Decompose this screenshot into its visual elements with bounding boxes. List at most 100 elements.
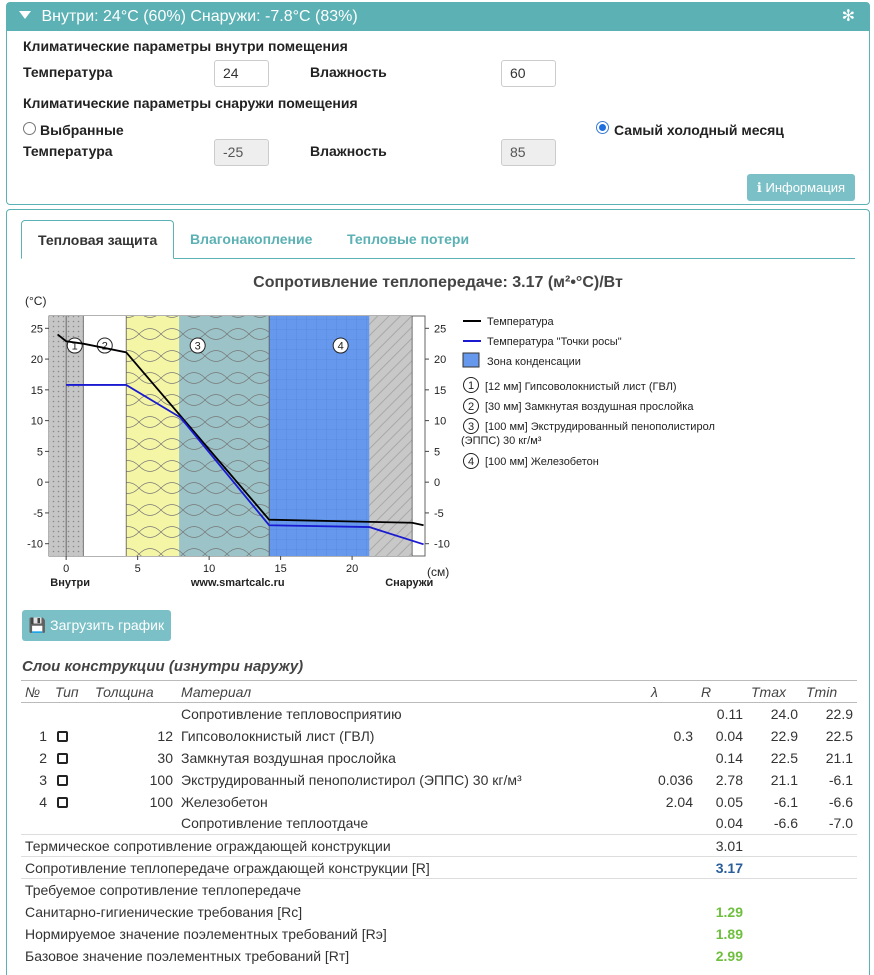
outdoor-heading: Климатические параметры снаружи помещени… (23, 95, 358, 111)
indoor-heading: Климатические параметры внутри помещения (23, 38, 348, 54)
xtick-label: 0 (63, 563, 69, 575)
y-axis-label: (°C) (25, 294, 46, 308)
layer-type (51, 769, 91, 791)
ytick-label-left: 20 (31, 354, 43, 366)
req-base-label: Базовое значение поэлементных требований… (25, 947, 350, 964)
layer-num: 1 (39, 727, 47, 744)
caret-down-icon[interactable] (19, 11, 31, 19)
tab-heat-loss[interactable]: Тепловые потери (331, 220, 485, 259)
layer-lambda: 0.036 (657, 771, 693, 788)
x-right-label: Снаружи (385, 577, 433, 589)
thermal-resistance-value: 3.01 (715, 837, 743, 854)
req-norm-value: 1.89 (715, 925, 743, 942)
outdoor-humidity-label: Влажность (310, 143, 387, 159)
total-resistance-value: 3.17 (715, 859, 743, 876)
ytick-label-right: 15 (434, 385, 446, 397)
layer-material: Сопротивление тепловосприятию (181, 705, 402, 722)
layer-r: 0.11 (716, 705, 743, 722)
outdoor-temp-label: Температура (23, 143, 113, 159)
legend-layer-badge-label: 3 (468, 421, 474, 433)
legend-layer-4-label: [100 мм] Железобетон (485, 456, 599, 468)
layer-num: 2 (39, 749, 47, 766)
info-button[interactable]: ℹ Информация (747, 174, 855, 201)
layer-badge-label: 4 (338, 341, 344, 353)
layer-tmin: -7.0 (828, 815, 853, 832)
req-base-value: 2.99 (715, 947, 743, 964)
layer-row: 4 100 Железобетон 2.04 0.05 -6.1 -6.6 (21, 791, 857, 813)
layer-material: Экструдированный пенополистирол (ЭППС) 3… (181, 771, 522, 788)
layer-lambda: 0.3 (673, 727, 693, 744)
layer-type (51, 703, 91, 725)
layer-r: 0.04 (715, 815, 743, 832)
layer-material: Сопротивление теплоотдаче (181, 815, 369, 832)
layer-checkbox[interactable] (57, 774, 68, 786)
layer-thickness: 30 (157, 749, 173, 766)
layer-tmin: -6.1 (828, 771, 853, 788)
ytick-label-left: 10 (31, 416, 43, 428)
layer-checkbox[interactable] (57, 796, 68, 808)
radio-selected-label: Выбранные (40, 122, 124, 138)
thermal-resistance-label: Термическое сопротивление ограждающей ко… (25, 837, 391, 854)
floppy-icon: 💾 (28, 617, 47, 633)
req-sanitary-label: Санитарно-гигиенические требования [Rc] (25, 903, 303, 920)
download-chart-button[interactable]: 💾 Загрузить график (22, 610, 171, 641)
tab-thermal-protection[interactable]: Тепловая защита (21, 220, 175, 259)
inner-surface-zone (49, 316, 67, 556)
required-heading: Требуемое сопротивление теплопередаче (25, 881, 302, 898)
tab-moisture[interactable]: Влагонакопление (174, 220, 328, 259)
req-base-row: Базовое значение поэлементных требований… (21, 945, 857, 967)
xtick-label: 20 (346, 563, 358, 575)
col-tmin: Tmin (802, 680, 857, 703)
ytick-label-left: 25 (31, 323, 43, 335)
layer-lambda: 2.04 (665, 793, 693, 810)
xtick-label: 15 (274, 563, 286, 575)
layer-thickness: 100 (149, 793, 173, 810)
ytick-label-left: 0 (37, 477, 43, 489)
climate-panel-header[interactable]: Внутри: 24°C (60%) Снаружи: -7.8°C (83%)… (7, 3, 869, 31)
layers-header-row: № Тип Толщина Материал λ R Tmax Tmin (21, 680, 857, 703)
temperature-chart: 25 25 20 20 15 15 10 10 5 5 0 0 -5 -5 -10 -10 0 5 10 15 20 (°… (25, 294, 715, 589)
col-type: Тип (51, 680, 91, 703)
legend-condensation-label: Зона конденсации (487, 356, 581, 368)
indoor-temp-label: Температура (23, 64, 113, 80)
layer-row: Сопротивление тепловосприятию 0.11 24.0 22.… (21, 703, 857, 725)
layer-type (51, 813, 91, 835)
layer-type (51, 725, 91, 747)
layer-row: 1 12 Гипсоволокнистый лист (ГВЛ) 0.3 0.04 22.… (21, 725, 857, 747)
layer-badge-label: 3 (195, 341, 201, 353)
download-chart-label: Загрузить график (50, 617, 165, 633)
ytick-label-left: 15 (31, 385, 43, 397)
legend-dew-label: Температура "Точки росы" (487, 336, 622, 348)
ytick-label-right: -5 (434, 508, 444, 520)
legend-layer-3-line1: [100 мм] Экструдированный пенополистирол (485, 421, 715, 433)
layer-tmax: 22.9 (770, 727, 798, 744)
indoor-humidity-input[interactable]: 60 (501, 60, 556, 87)
info-icon: ℹ (756, 180, 762, 195)
ytick-label-right: 5 (434, 446, 440, 458)
legend-layer-1-label: [12 мм] Гипсоволокнистый лист (ГВЛ) (485, 381, 677, 393)
layer-checkbox[interactable] (57, 730, 68, 742)
ytick-label-left: 5 (37, 446, 43, 458)
legend-layer-badge-label: 2 (468, 401, 474, 413)
layer-lambda (647, 703, 697, 725)
layer-num (21, 703, 51, 725)
info-button-label: Информация (765, 180, 846, 195)
col-lambda: λ (647, 680, 697, 703)
climate-summary: Внутри: 24°C (60%) Снаружи: -7.8°C (83%) (41, 8, 358, 25)
snowflake-icon[interactable]: ✻ (842, 3, 855, 31)
layer-checkbox[interactable] (57, 752, 68, 764)
indoor-temp-input[interactable]: 24 (214, 60, 269, 87)
x-left-label: Внутри (50, 577, 90, 589)
layer-thickness: 12 (157, 727, 173, 744)
radio-selected[interactable] (23, 122, 36, 135)
layer-r: 2.78 (715, 771, 743, 788)
layer-type (51, 791, 91, 813)
xtick-label: 10 (203, 563, 215, 575)
layer-type (51, 747, 91, 769)
legend-layer-badge-label: 1 (468, 380, 474, 392)
ytick-label-right: 0 (434, 477, 440, 489)
col-r: R (697, 680, 747, 703)
legend-condensation-swatch (462, 352, 480, 368)
layer-r: 0.14 (715, 749, 743, 766)
radio-coldest-month[interactable] (596, 121, 609, 134)
